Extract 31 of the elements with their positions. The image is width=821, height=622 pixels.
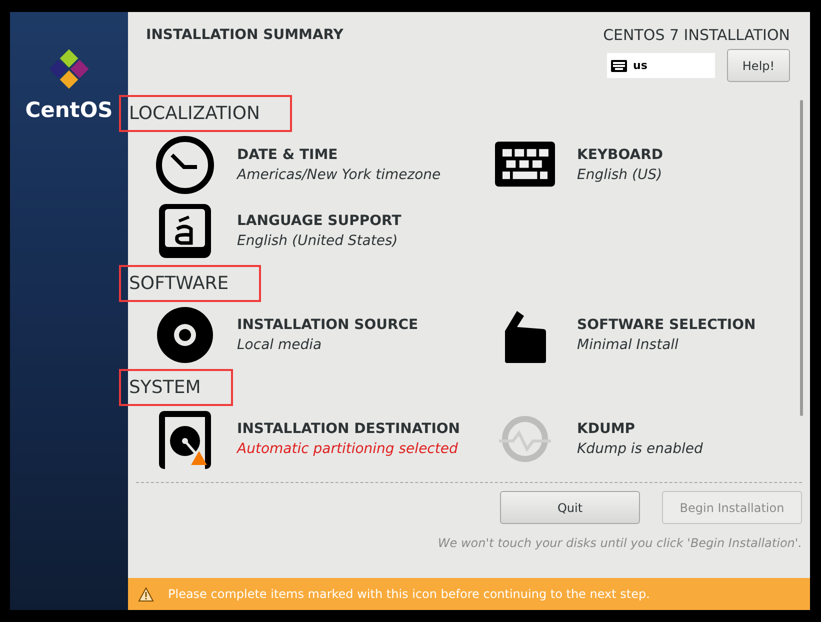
spoke-title[interactable]: KEYBOARD: [577, 147, 663, 163]
spoke-title[interactable]: DATE & TIME: [237, 147, 441, 163]
warning-icon: [138, 586, 154, 602]
spoke-status: Kdump is enabled: [577, 441, 703, 457]
spoke-status: Local media: [237, 337, 323, 353]
spoke-title[interactable]: SOFTWARE SELECTION: [577, 317, 756, 333]
layout-label: us: [633, 59, 648, 72]
action-button[interactable]: Quit: [500, 491, 640, 524]
spoke-title[interactable]: INSTALLATION SOURCE: [237, 317, 418, 333]
product-title: CENTOS 7 INSTALLATION: [603, 26, 790, 44]
logo-text: CentOS: [25, 98, 113, 122]
spoke-status: Minimal Install: [577, 337, 680, 353]
page-title: INSTALLATION SUMMARY: [146, 27, 344, 45]
disc-icon: [155, 305, 215, 365]
section-heading: SOFTWARE: [121, 266, 259, 300]
spoke-status: Automatic partitioning selected: [237, 441, 459, 457]
clock-icon: [155, 135, 215, 195]
spoke-title[interactable]: KDUMP: [577, 421, 703, 437]
spoke-status: English (US): [577, 167, 663, 183]
scrollbar[interactable]: [800, 100, 803, 416]
warning-message: Please complete items marked with this icon before continuing to the next step.: [168, 587, 650, 601]
spoke-status: English (United States): [237, 233, 399, 249]
spoke-title[interactable]: INSTALLATION DESTINATION: [237, 421, 460, 437]
keyboard-layout-indicator[interactable]: us: [607, 53, 715, 78]
section-heading: SYSTEM: [121, 370, 231, 404]
note-text: We won't touch your disks until you click 'Begin Installation'.: [438, 536, 802, 550]
section-heading: LOCALIZATION: [121, 96, 290, 130]
spoke-status: Americas/New York timezone: [237, 167, 441, 183]
help-button[interactable]: Help!: [727, 49, 790, 82]
keyboard-icon: [611, 60, 627, 72]
spoke-title[interactable]: LANGUAGE SUPPORT: [237, 213, 402, 229]
